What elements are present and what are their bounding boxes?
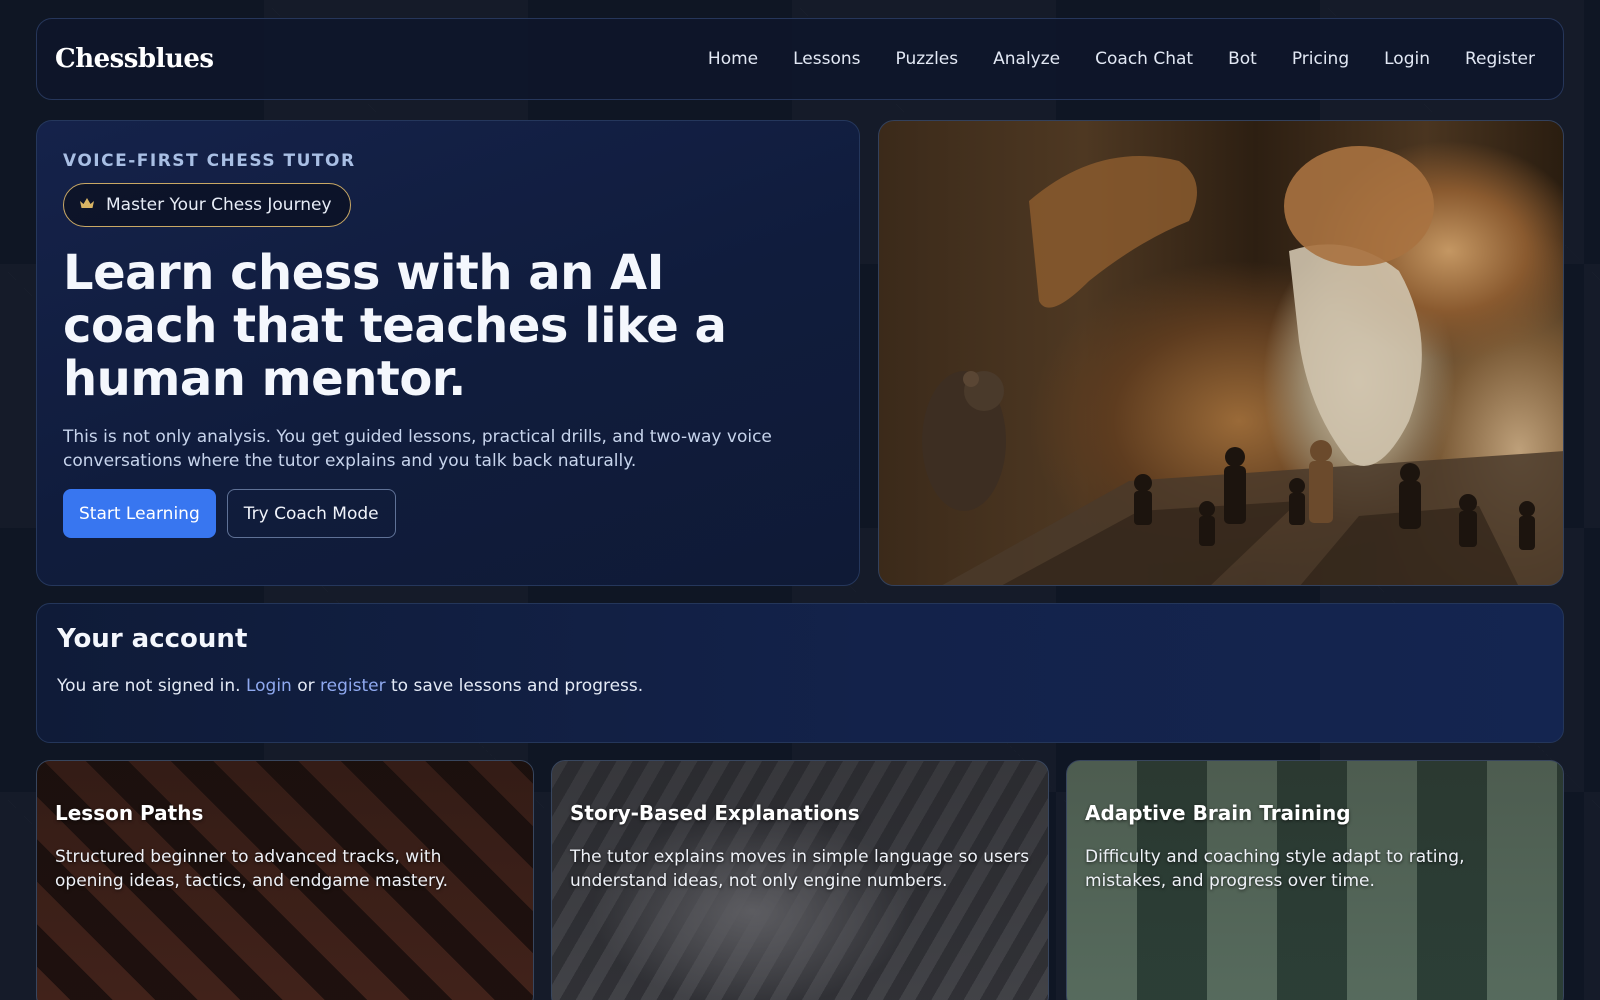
nav-register[interactable]: Register: [1465, 49, 1535, 69]
feature-card-story-based-explanations[interactable]: Story-Based Explanations The tutor expla…: [551, 760, 1049, 1000]
hero-eyebrow: VOICE-FIRST CHESS TUTOR: [63, 151, 356, 171]
account-text-before: You are not signed in.: [57, 676, 241, 696]
feature-card-title: Story-Based Explanations: [570, 801, 860, 825]
nav-pricing[interactable]: Pricing: [1292, 49, 1349, 69]
feature-card-lesson-paths[interactable]: Lesson Paths Structured beginner to adva…: [36, 760, 534, 1000]
feature-card-text: Structured beginner to advanced tracks, …: [55, 847, 449, 891]
account-status: You are not signed in. Login or register…: [57, 676, 1543, 696]
start-learning-button[interactable]: Start Learning: [63, 489, 216, 539]
hero-image-old-man-and-rat-chess: [878, 120, 1564, 586]
nav-analyze[interactable]: Analyze: [993, 49, 1060, 69]
feature-card-adaptive-brain-training[interactable]: Adaptive Brain Training Difficulty and c…: [1066, 760, 1564, 1000]
nav-links: Home Lessons Puzzles Analyze Coach Chat …: [673, 49, 1535, 69]
nav-puzzles[interactable]: Puzzles: [896, 49, 959, 69]
hero-pill-label: Master Your Chess Journey: [106, 195, 332, 215]
nav-lessons[interactable]: Lessons: [793, 49, 860, 69]
feature-card-title: Lesson Paths: [55, 801, 204, 825]
nav-bot[interactable]: Bot: [1228, 49, 1257, 69]
nav-home[interactable]: Home: [708, 49, 758, 69]
brand-logo[interactable]: Chessblues: [55, 44, 214, 74]
register-link[interactable]: register: [320, 676, 386, 696]
hero-pill: Master Your Chess Journey: [63, 183, 351, 227]
hero-title: Learn chess with an AI coach that teache…: [63, 245, 727, 407]
hero-panel: VOICE-FIRST CHESS TUTOR Master Your Ches…: [36, 120, 860, 586]
account-text-or: or: [297, 676, 315, 696]
account-title: Your account: [57, 624, 248, 654]
account-text-after: to save lessons and progress.: [391, 676, 644, 696]
hero-buttons: Start Learning Try Coach Mode: [63, 489, 833, 539]
feature-card-title: Adaptive Brain Training: [1085, 801, 1351, 825]
navbar: Chessblues Home Lessons Puzzles Analyze …: [36, 18, 1564, 100]
feature-card-text: Difficulty and coaching style adapt to r…: [1085, 847, 1465, 891]
nav-login[interactable]: Login: [1384, 49, 1430, 69]
crown-icon: [80, 197, 94, 213]
try-coach-mode-button[interactable]: Try Coach Mode: [226, 489, 396, 539]
hero-illustration: [922, 146, 1563, 585]
account-panel: Your account You are not signed in. Logi…: [36, 603, 1564, 743]
feature-card-text: The tutor explains moves in simple langu…: [570, 847, 1030, 891]
hero-subtitle: This is not only analysis. You get guide…: [63, 427, 772, 472]
nav-coach-chat[interactable]: Coach Chat: [1095, 49, 1193, 69]
login-link[interactable]: Login: [246, 676, 292, 696]
